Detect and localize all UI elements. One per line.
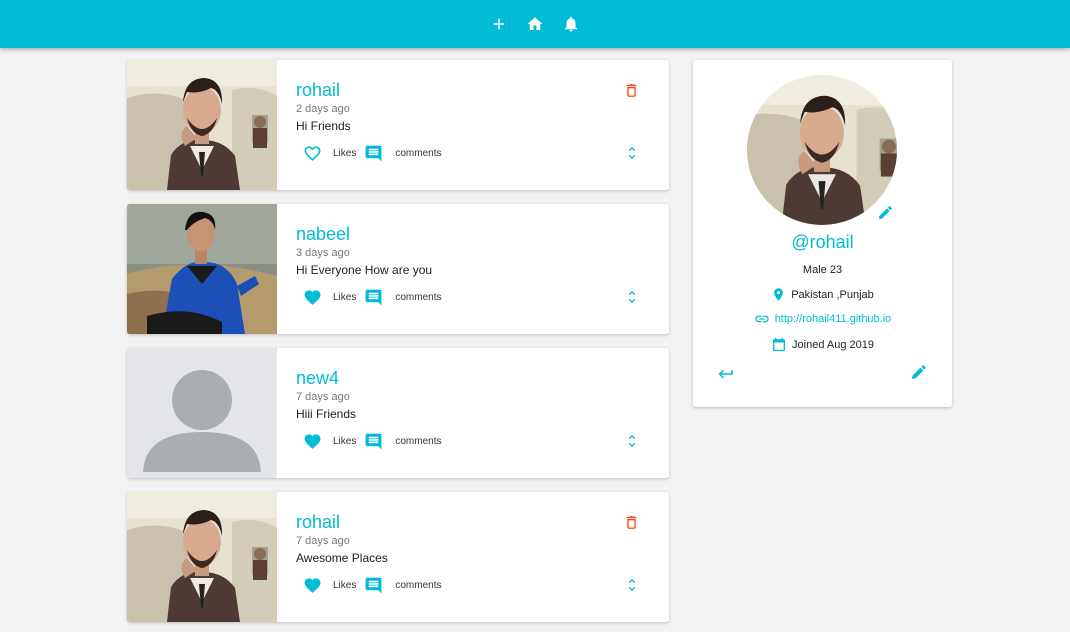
profile-website-link[interactable]: http://rohail411.github.io [775,313,892,325]
logout-button[interactable] [717,365,735,383]
home-button[interactable] [525,14,545,34]
edit-photo-button[interactable] [877,204,894,221]
post-author-photo [127,348,277,478]
post-body: Hi Friends [296,119,351,133]
location-pin-icon [774,288,784,301]
home-icon [527,17,543,30]
post-author-photo [127,492,277,622]
pencil-icon [912,365,926,379]
comments-label: comments [395,579,442,591]
trash-icon [626,84,637,97]
post-time: 7 days ago [296,391,350,403]
link-icon [755,315,769,323]
profile-location-text: Pakistan ,Punjab [791,288,874,301]
heart-filled-icon [304,577,321,593]
likes-label: Likes [333,147,357,159]
unfold-more-icon [628,435,636,447]
likes-label: Likes [333,291,357,303]
unfold-more-icon [628,147,636,159]
expand-post-button[interactable] [624,288,640,306]
comments-label: comments [395,435,442,447]
bell-icon [565,16,577,32]
like-button[interactable] [303,144,322,163]
profile-location: Pakistan ,Punjab [693,286,952,303]
comment-button[interactable] [364,144,383,163]
heart-filled-icon [304,433,321,449]
profile-gender-age: Male 23 [802,264,843,276]
post-username[interactable]: rohail [296,512,340,533]
expand-post-button[interactable] [624,144,640,162]
expand-post-button[interactable] [624,432,640,450]
comment-icon [365,577,382,593]
add-post-button[interactable] [489,14,509,34]
post-body: Awesome Places [296,551,388,565]
profile-handle[interactable]: @rohail [693,232,952,253]
comment-button[interactable] [364,288,383,307]
post-time: 2 days ago [296,103,350,115]
notifications-button[interactable] [561,14,581,34]
post-card: nabeel 3 days ago Hi Everyone How are yo… [127,204,669,334]
keyboard-return-icon [718,369,733,379]
like-button[interactable] [303,288,322,307]
post-actions: Likes comments [303,575,441,595]
post-actions: Likes comments [303,287,441,307]
post-actions: Likes comments [303,143,441,163]
post-body: Hiii Friends [296,407,357,421]
post-card: rohail 2 days ago Hi Friends Likes comme… [127,60,669,190]
calendar-icon [773,337,786,352]
like-button[interactable] [303,576,322,595]
profile-avatar [747,75,897,225]
heart-filled-icon [304,289,321,305]
post-card: new4 7 days ago Hiii Friends Likes comme… [127,348,669,478]
post-card: rohail 7 days ago Awesome Places Likes c… [127,492,669,622]
delete-post-button[interactable] [623,82,640,99]
post-time: 3 days ago [296,247,350,259]
post-actions: Likes comments [303,431,441,451]
heart-outline-icon [304,145,321,161]
likes-label: Likes [333,435,357,447]
top-app-bar [0,0,1070,48]
comment-icon [365,145,382,161]
trash-icon [626,516,637,529]
unfold-more-icon [628,579,636,591]
likes-label: Likes [333,579,357,591]
comment-icon [365,289,382,305]
edit-details-button[interactable] [910,363,928,381]
post-username[interactable]: rohail [296,80,340,101]
comment-button[interactable] [364,432,383,451]
comment-button[interactable] [364,576,383,595]
unfold-more-icon [628,291,636,303]
post-time: 7 days ago [296,535,350,547]
post-author-photo [127,60,277,190]
comments-label: comments [395,291,442,303]
profile-joined-text: Joined Aug 2019 [792,338,874,351]
delete-post-button[interactable] [623,514,640,531]
pencil-icon [879,206,892,219]
post-username[interactable]: nabeel [296,224,350,245]
comments-label: comments [395,147,442,159]
profile-card: @rohail Male 23 Pakistan ,Punjab http://… [693,60,952,407]
comment-icon [365,433,382,449]
post-body: Hi Everyone How are you [296,263,433,277]
post-username[interactable]: new4 [296,368,339,389]
post-author-photo [127,204,277,334]
profile-website: http://rohail411.github.io [693,311,952,327]
add-icon [493,18,505,30]
expand-post-button[interactable] [624,576,640,594]
like-button[interactable] [303,432,322,451]
post-feed: rohail 2 days ago Hi Friends Likes comme… [127,60,669,632]
profile-joined: Joined Aug 2019 [693,336,952,353]
